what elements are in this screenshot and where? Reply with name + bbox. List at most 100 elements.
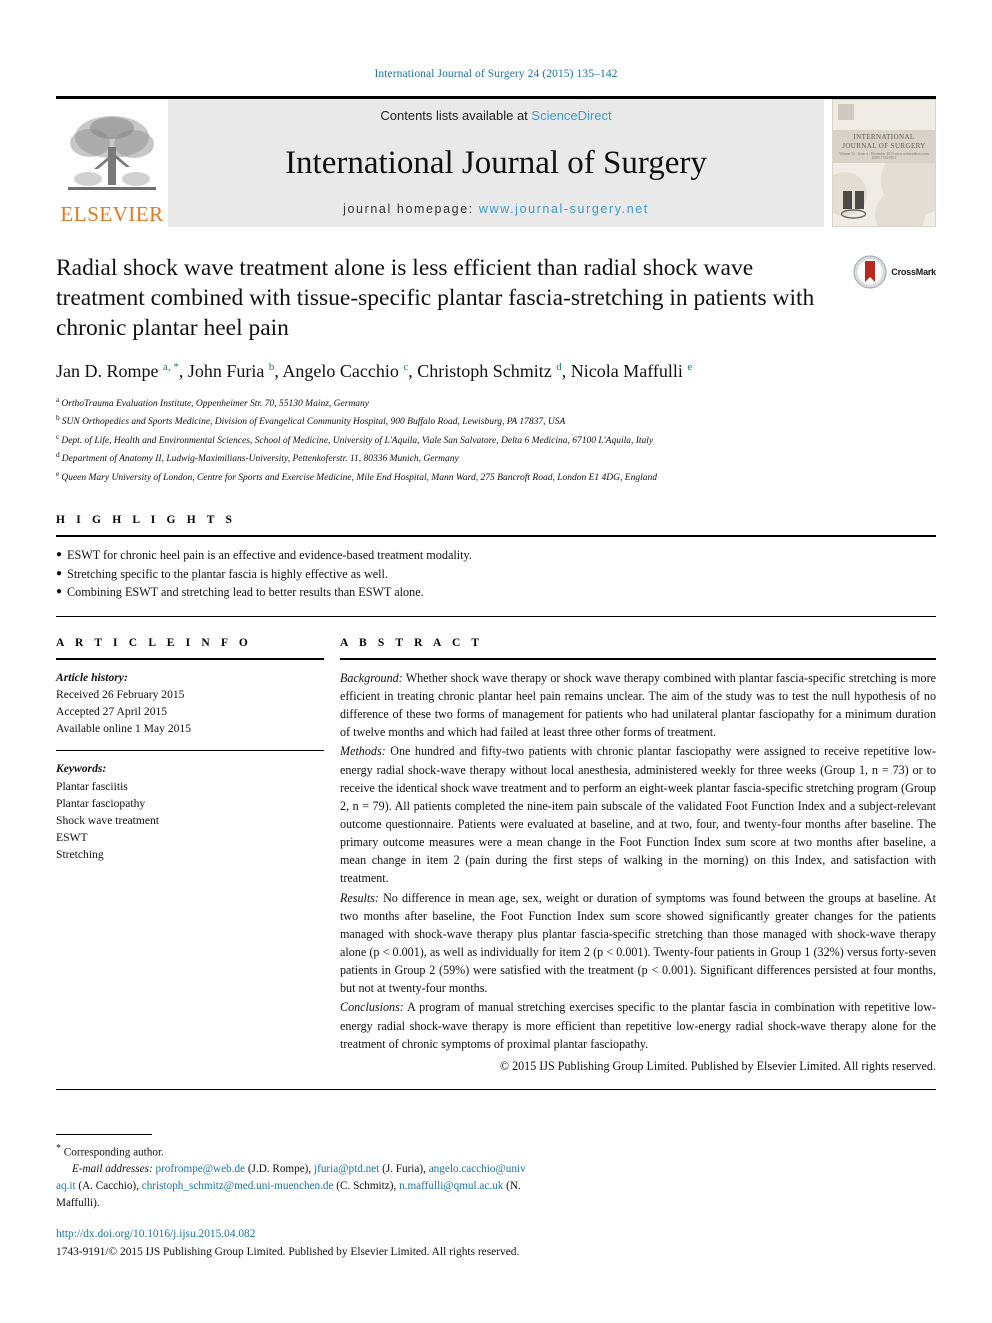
keyword-item: Stretching — [56, 848, 104, 862]
article-history-block: Article history: Received 26 February 20… — [56, 657, 324, 864]
email-link[interactable]: christoph_schmitz@med.uni-muenchen.de — [142, 1180, 334, 1192]
email-person: (J. Furia), — [379, 1163, 429, 1176]
abstract-bottom-rule — [56, 1088, 936, 1090]
author-name: Nicola Maffulli — [570, 361, 688, 382]
running-head: International Journal of Surgery 24 (201… — [374, 68, 618, 80]
author-affiliation-mark: e — [687, 361, 693, 374]
elsevier-logo: ELSEVIER — [56, 99, 168, 227]
paper-page: International Journal of Surgery 24 (201… — [0, 0, 992, 1323]
affiliation-mark: b — [56, 413, 60, 423]
author-name: John Furia — [187, 361, 269, 382]
crossmark-badge[interactable]: CrossMark — [853, 255, 936, 289]
abstract-sections: Background: Whether shock wave therapy o… — [340, 669, 936, 1053]
author-name: Jan D. Rompe — [56, 361, 163, 382]
affiliation-item: c Dept. of Life, Health and Environmental… — [56, 431, 936, 450]
abstract-section-label: Background: — [340, 670, 403, 685]
abstract-section-text: One hundred and fifty-two patients with … — [340, 744, 936, 886]
abstract-section-label: Methods: — [340, 744, 386, 759]
page-footnotes: * Corresponding author. E-mail addresses… — [56, 1133, 526, 1261]
highlight-text: Stretching specific to the plantar fasci… — [67, 566, 388, 581]
title-block: CrossMark Radial shock wave treatment al… — [56, 253, 936, 486]
issn-copyright-line: 1743-9191/© 2015 IJS Publishing Group Li… — [56, 1245, 520, 1258]
affiliation-list: a OrthoTrauma Evaluation Institute, Oppen… — [56, 394, 936, 487]
article-history-label: Article history: — [56, 670, 128, 684]
journal-homepage-line: journal homepage: www.journal-surgery.ne… — [168, 202, 824, 216]
abstract-column: A B S T R A C T Background: Whether shoc… — [340, 637, 936, 1075]
affiliation-text: Queen Mary University of London, Centre … — [61, 472, 657, 483]
affiliation-item: d Department of Anatomy II, Ludwig-Maximi… — [56, 449, 936, 468]
cover-title-text: INTERNATIONAL JOURNAL OF SURGERY — [833, 133, 935, 151]
abstract-section: Conclusions: A program of manual stretch… — [340, 998, 936, 1052]
sciencedirect-link[interactable]: ScienceDirect — [531, 108, 611, 123]
page-title: Radial shock wave treatment alone is les… — [56, 255, 815, 342]
affiliation-mark: a — [56, 394, 60, 404]
highlight-text: Combining ESWT and stretching lead to be… — [67, 585, 424, 600]
cover-subtitle-text: Volume 24 · Issue 4 · December 2015 www.… — [839, 151, 929, 161]
author-list: Jan D. Rompe a, *, John Furia b, Angelo … — [56, 359, 936, 383]
email-person: (J.D. Rompe), — [245, 1163, 314, 1176]
email-link[interactable]: jfuria@ptd.net — [314, 1163, 379, 1175]
affiliation-text: Dept. of Life, Health and Environmental … — [61, 435, 654, 446]
keywords-label: Keywords: — [56, 762, 107, 776]
keyword-item: Plantar fasciitis — [56, 779, 128, 793]
highlights-heading: H I G H L I G H T S — [56, 514, 237, 527]
affiliation-text: Department of Anatomy II, Ludwig-Maximil… — [61, 454, 459, 465]
info-abstract-columns: A R T I C L E I N F O Article history: R… — [56, 637, 936, 1075]
author-affiliation-mark: a, * — [163, 361, 179, 374]
abstract-section-text: A program of manual stretching exercises… — [340, 1000, 936, 1051]
elsevier-tree-icon — [68, 116, 156, 190]
abstract-section: Methods: One hundred and fifty-two patie… — [340, 742, 936, 887]
affiliation-mark: e — [56, 468, 60, 478]
crossmark-label: CrossMark — [891, 267, 936, 277]
bullet-icon: ● — [56, 549, 63, 561]
affiliation-text: SUN Orthopedics and Sports Medicine, Div… — [61, 417, 566, 428]
email-link[interactable]: profrompe@web.de — [155, 1163, 245, 1175]
highlights-section: H I G H L I G H T S ● ESWT for chronic he… — [56, 514, 936, 617]
author-separator: , — [561, 361, 571, 382]
homepage-prefix: journal homepage: — [343, 201, 479, 216]
email-person: (C. Schmitz), — [333, 1180, 400, 1193]
homepage-url-link[interactable]: www.journal-surgery.net — [479, 202, 649, 216]
journal-banner: ELSEVIER Contents lists available at Sci… — [56, 96, 936, 227]
author-separator: , — [408, 361, 418, 382]
email-link[interactable]: n.maffulli@qmul.ac.uk — [399, 1180, 503, 1192]
banner-center: Contents lists available at ScienceDirec… — [168, 99, 824, 227]
abstract-section: Background: Whether shock wave therapy o… — [340, 669, 936, 742]
article-history-items: Received 26 February 2015 Accepted 27 Apr… — [56, 686, 324, 737]
article-info-heading: A R T I C L E I N F O — [56, 636, 252, 649]
keyword-item: ESWT — [56, 831, 88, 845]
keyword-item: Shock wave treatment — [56, 813, 160, 827]
article-history-item: Accepted 27 April 2015 — [56, 705, 168, 719]
abstract-heading: A B S T R A C T — [340, 636, 484, 649]
author-name: Christoph Schmitz — [417, 361, 557, 382]
elsevier-wordmark: ELSEVIER — [60, 202, 164, 226]
affiliation-mark: c — [56, 431, 60, 441]
doi-link[interactable]: http://dx.doi.org/10.1016/j.ijsu.2015.04… — [56, 1226, 526, 1243]
affiliation-item: e Queen Mary University of London, Centre… — [56, 468, 936, 487]
corresponding-author-star: * — [56, 1142, 61, 1154]
highlight-item: ● Stretching specific to the plantar fasc… — [56, 565, 936, 584]
contents-available-line: Contents lists available at ScienceDirec… — [168, 108, 824, 123]
abstract-section: Results: No difference in mean age, sex,… — [340, 889, 936, 998]
abstract-section-label: Conclusions: — [340, 1000, 404, 1015]
author-separator: , — [178, 361, 188, 382]
abstract-section-label: Results: — [340, 890, 379, 905]
author-name: Angelo Cacchio — [282, 361, 404, 382]
email-person: (A. Cacchio), — [75, 1180, 142, 1193]
corresponding-author-text: Corresponding author. — [63, 1146, 164, 1159]
abstract-section-text: Whether shock wave therapy or shock wave… — [340, 670, 936, 740]
email-addresses-note: E-mail addresses: profrompe@web.de (J.D.… — [56, 1161, 526, 1211]
corresponding-author-note: * Corresponding author. — [56, 1141, 526, 1162]
cover-crest-icon — [841, 191, 867, 219]
journal-title: International Journal of Surgery — [285, 145, 707, 182]
article-info-column: A R T I C L E I N F O Article history: R… — [56, 637, 340, 1075]
highlight-text: ESWT for chronic heel pain is an effecti… — [67, 548, 472, 563]
article-history-item: Available online 1 May 2015 — [56, 722, 192, 736]
affiliation-item: b SUN Orthopedics and Sports Medicine, Di… — [56, 412, 936, 431]
bullet-icon: ● — [56, 567, 63, 579]
abstract-copyright: © 2015 IJS Publishing Group Limited. Pub… — [499, 1058, 936, 1073]
crossmark-icon — [853, 255, 887, 289]
article-history-item: Received 26 February 2015 — [56, 687, 185, 701]
journal-cover-thumbnail: INTERNATIONAL JOURNAL OF SURGERY Volume … — [832, 99, 936, 227]
keywords-block: Keywords: Plantar fasciitis Plantar fasci… — [56, 750, 324, 863]
